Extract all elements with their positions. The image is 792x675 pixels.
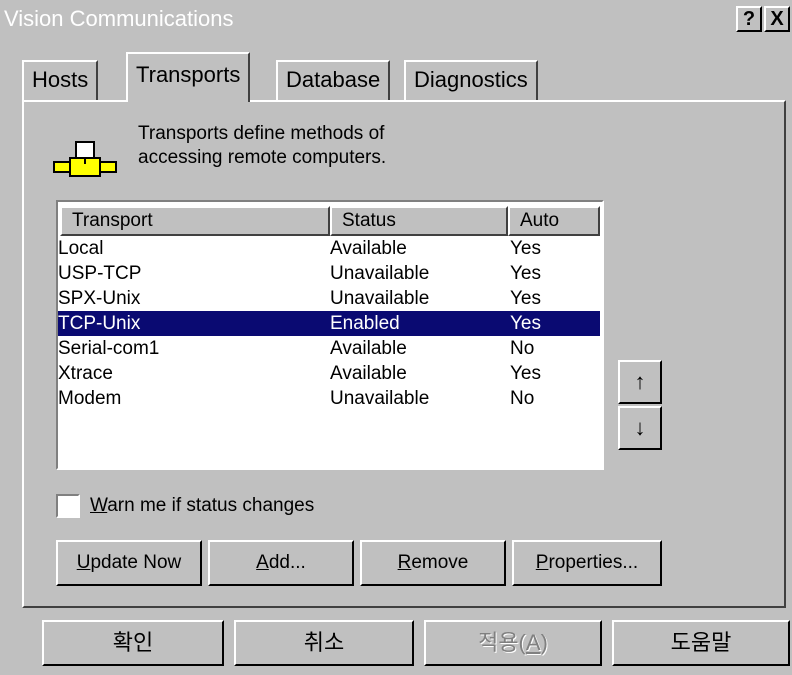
remove-button[interactable]: Remove xyxy=(360,540,506,586)
tab-transports[interactable]: Transports xyxy=(126,52,251,102)
transport-auto: Yes xyxy=(510,238,541,259)
transport-auto: No xyxy=(510,338,535,359)
window-title: Vision Communications xyxy=(4,6,234,31)
transport-status: Available xyxy=(330,363,407,384)
transport-row-xtrace[interactable]: Xtrace Available Yes xyxy=(58,361,602,386)
tab-hosts[interactable]: Hosts xyxy=(22,60,99,100)
cancel-button[interactable]: 취소 xyxy=(234,620,414,666)
transport-auto: Yes xyxy=(510,288,541,309)
column-header-auto[interactable]: Auto xyxy=(508,206,600,236)
title-bar[interactable]: Vision Communications ? X xyxy=(0,0,792,40)
update-now-button[interactable]: Update Now xyxy=(56,540,202,586)
warn-status-label[interactable]: Warn me if status changes xyxy=(90,494,314,518)
description-line-1: Transports define methods of xyxy=(138,123,385,144)
transport-auto: No xyxy=(510,388,535,409)
transport-auto: Yes xyxy=(510,263,541,284)
transport-row-modem[interactable]: Modem Unavailable No xyxy=(58,386,602,411)
transport-name: SPX-Unix xyxy=(58,288,141,309)
transport-status: Available xyxy=(330,338,407,359)
move-up-button[interactable]: ↑ xyxy=(618,360,662,404)
transport-name: Xtrace xyxy=(58,363,113,384)
tab-diagnostics[interactable]: Diagnostics xyxy=(404,60,538,100)
column-header-status[interactable]: Status xyxy=(330,206,508,236)
move-down-button[interactable]: ↓ xyxy=(618,406,662,450)
apply-button[interactable]: 적용(A) xyxy=(424,620,602,666)
transport-list[interactable]: Transport Status Auto Local Available Ye… xyxy=(56,200,604,470)
transport-row-spx-unix[interactable]: SPX-Unix Unavailable Yes xyxy=(58,286,602,311)
transport-status: Available xyxy=(330,238,407,259)
transport-status: Unavailable xyxy=(330,388,430,409)
tab-database[interactable]: Database xyxy=(276,60,391,100)
transport-status: Unavailable xyxy=(330,288,430,309)
properties-button[interactable]: Properties... xyxy=(512,540,662,586)
add-button[interactable]: Add... xyxy=(208,540,354,586)
transport-name: Modem xyxy=(58,388,122,409)
help-button[interactable]: ? xyxy=(736,6,762,32)
transport-name: USP-TCP xyxy=(58,263,142,284)
ok-button[interactable]: 확인 xyxy=(42,620,224,666)
transport-name: Local xyxy=(58,238,104,259)
transport-auto: Yes xyxy=(510,363,541,384)
warn-status-checkbox[interactable] xyxy=(56,494,80,518)
transports-description: Transports define methods of accessing r… xyxy=(138,122,386,170)
close-button[interactable]: X xyxy=(764,6,790,32)
transport-name: Serial-com1 xyxy=(58,338,160,359)
transport-auto: Yes xyxy=(510,313,541,334)
transport-status: Unavailable xyxy=(330,263,430,284)
transport-row-serial-com1[interactable]: Serial-com1 Available No xyxy=(58,336,602,361)
dialog-window: Vision Communications ? X Hosts Transpor… xyxy=(0,0,792,675)
description-line-2: accessing remote computers. xyxy=(138,147,387,168)
transport-name: TCP-Unix xyxy=(58,313,141,334)
network-transport-icon xyxy=(52,140,118,185)
help-dialog-button[interactable]: 도움말 xyxy=(612,620,790,666)
transport-status: Enabled xyxy=(330,313,400,334)
column-header-transport[interactable]: Transport xyxy=(60,206,330,236)
transport-row-local[interactable]: Local Available Yes xyxy=(58,236,602,261)
transport-row-tcp-unix-selected[interactable]: TCP-Unix Enabled Yes xyxy=(58,311,600,336)
transport-row-usp-tcp[interactable]: USP-TCP Unavailable Yes xyxy=(58,261,602,286)
